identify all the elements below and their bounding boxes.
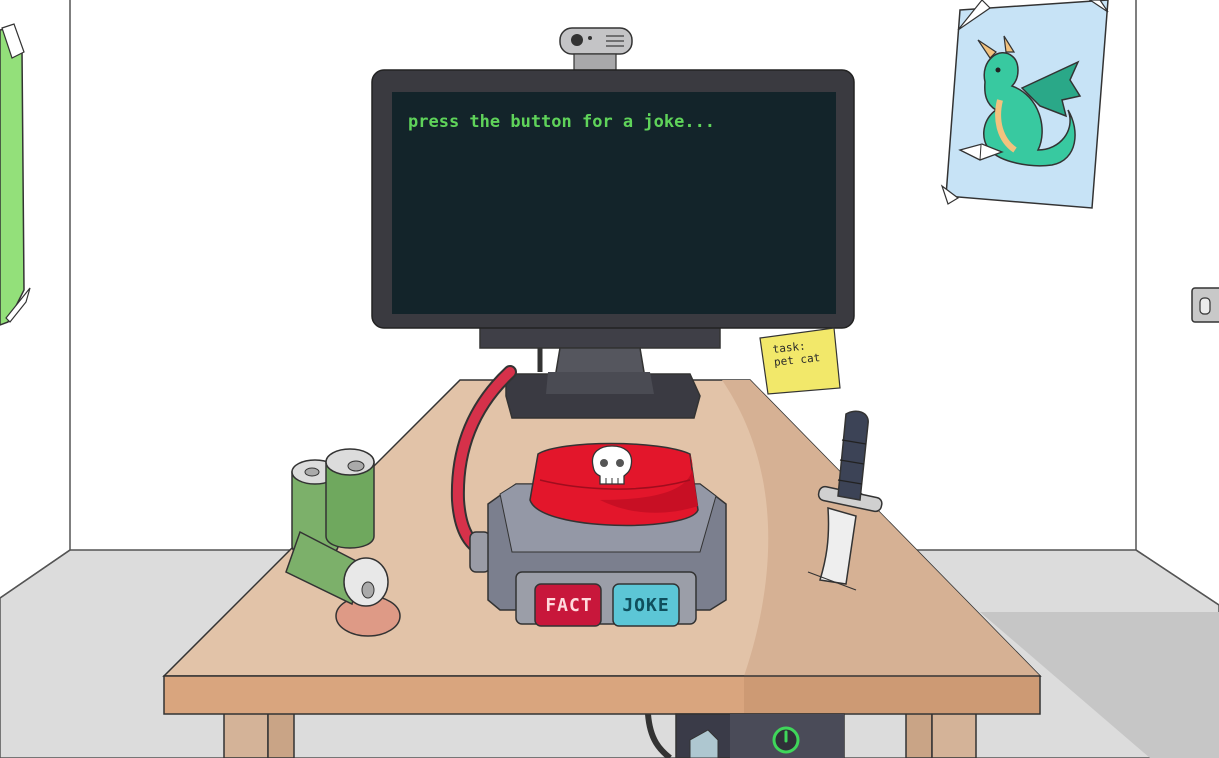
- monitor: [371, 69, 855, 329]
- room-scene: [0, 0, 1219, 758]
- pc-tower[interactable]: [645, 713, 845, 758]
- light-switch[interactable]: [1191, 287, 1219, 323]
- sticky-note[interactable]: [759, 327, 841, 395]
- dragon-poster-icon: [940, 0, 1109, 209]
- joke-button[interactable]: [612, 583, 680, 627]
- power-icon[interactable]: [772, 726, 800, 754]
- monitor-screen[interactable]: [392, 92, 836, 314]
- fact-button[interactable]: [534, 583, 602, 627]
